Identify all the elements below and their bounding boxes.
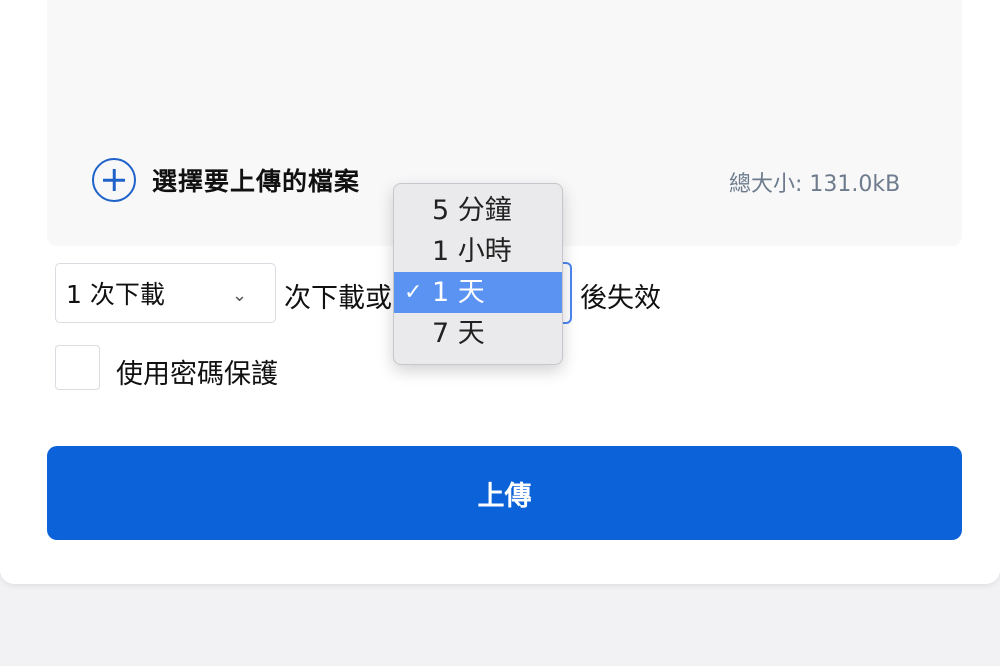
expiry-option-5min[interactable]: 5 分鐘: [394, 190, 562, 231]
add-files-label[interactable]: 選擇要上傳的檔案: [152, 162, 360, 198]
add-files-button[interactable]: 選擇要上傳的檔案: [92, 158, 360, 202]
chevron-down-icon[interactable]: ⌄: [232, 285, 247, 306]
option-label: 7 天: [432, 318, 485, 349]
option-label: 1 小時: [432, 236, 512, 267]
upload-button[interactable]: 上傳: [47, 446, 962, 540]
expiry-dropdown-menu: 5 分鐘 1 小時 ✓ 1 天 7 天: [393, 183, 563, 365]
option-label: 5 分鐘: [432, 195, 512, 226]
checkmark-icon: ✓: [404, 280, 423, 305]
total-size-text: 總大小: 131.0kB: [729, 172, 901, 197]
expiry-option-1day[interactable]: ✓ 1 天: [394, 272, 562, 313]
expiry-option-1hour[interactable]: 1 小時: [394, 231, 562, 272]
password-label[interactable]: 使用密碼保護: [116, 352, 278, 391]
expiry-connector-text: 次下載或: [284, 283, 392, 314]
downloads-select-value: 1 次下載: [66, 280, 165, 309]
plus-circle-icon[interactable]: [92, 158, 136, 202]
expiry-option-7days[interactable]: 7 天: [394, 313, 562, 354]
option-label: 1 天: [432, 277, 485, 308]
password-checkbox[interactable]: [55, 345, 100, 390]
expiry-suffix-text: 後失效: [580, 283, 661, 314]
